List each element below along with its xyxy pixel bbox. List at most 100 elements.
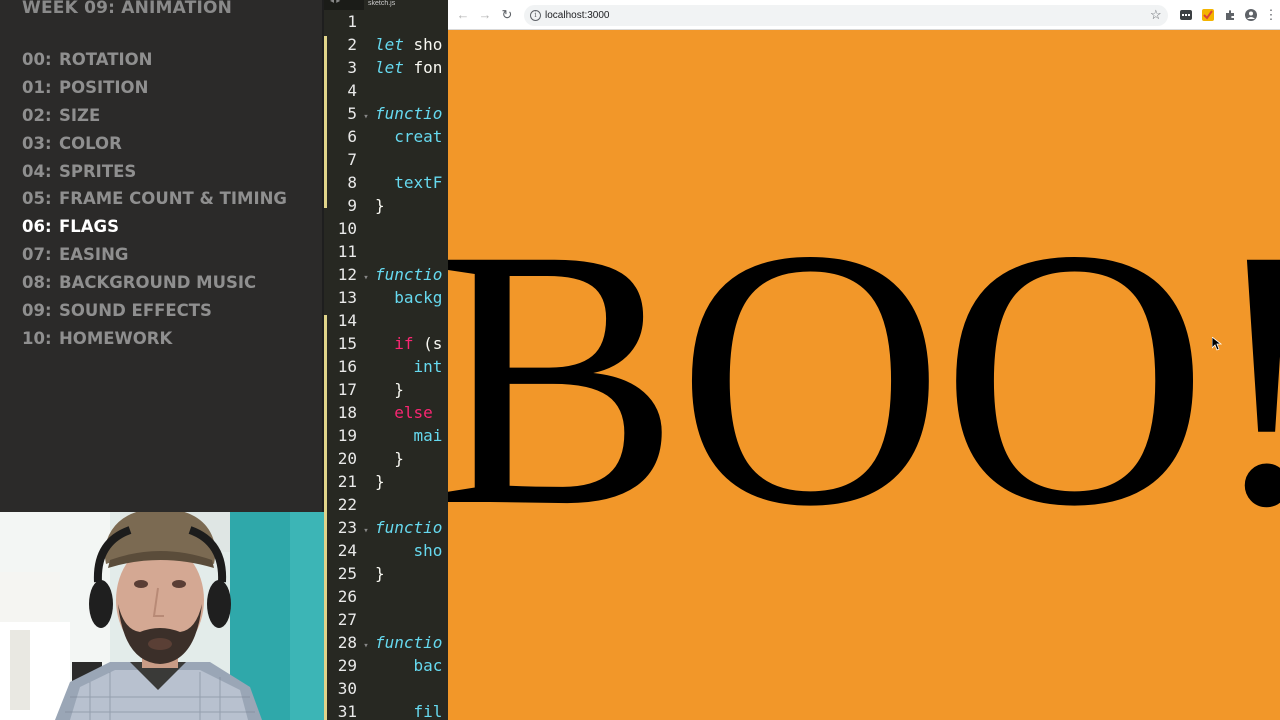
- lesson-item[interactable]: 09: SOUND EFFECTS: [22, 299, 287, 327]
- lesson-number: 07:: [22, 245, 52, 265]
- code-text: }: [375, 380, 404, 399]
- code-line[interactable]: 30: [324, 677, 375, 700]
- info-icon[interactable]: i: [530, 10, 541, 21]
- code-line[interactable]: 5 ▾ functio: [324, 102, 442, 125]
- lesson-label: HOMEWORK: [59, 328, 173, 348]
- lesson-label: SIZE: [59, 105, 101, 125]
- line-number: 15: [337, 334, 357, 353]
- lesson-item[interactable]: 05: FRAME COUNT & TIMING: [22, 187, 287, 215]
- code-line[interactable]: 25 }: [324, 562, 385, 585]
- line-number: 6: [347, 127, 357, 146]
- code-editor[interactable]: ◂ ▸ sketch.js 1 2 let sho 3 let fon 4 5 ▾ fu…: [324, 0, 448, 720]
- lesson-item[interactable]: 06: FLAGS: [22, 215, 287, 243]
- code-text: creat: [375, 127, 443, 146]
- code-line[interactable]: 7: [324, 148, 375, 171]
- editor-tab-sketch[interactable]: sketch.js: [364, 0, 448, 10]
- course-title: WEEK 09: ANIMATION: [22, 0, 233, 18]
- mouse-cursor-icon: [1212, 337, 1222, 351]
- line-number: 28: [337, 633, 357, 652]
- code-line[interactable]: 4: [324, 79, 375, 102]
- line-number: 12: [337, 265, 357, 284]
- line-number: 18: [337, 403, 357, 422]
- code-line[interactable]: 21 }: [324, 470, 385, 493]
- lesson-item[interactable]: 03: COLOR: [22, 132, 287, 160]
- forward-arrow-icon[interactable]: →: [478, 8, 492, 22]
- lesson-item[interactable]: 01: POSITION: [22, 76, 287, 104]
- line-number: 26: [337, 587, 357, 606]
- code-line[interactable]: 31 fil: [324, 700, 443, 720]
- canvas-boo-text: BOO!: [448, 173, 1280, 583]
- url-text[interactable]: localhost:3000: [545, 8, 610, 23]
- code-line[interactable]: 27: [324, 608, 375, 631]
- lesson-item[interactable]: 04: SPRITES: [22, 160, 287, 188]
- code-line[interactable]: 16 int: [324, 355, 443, 378]
- line-number: 30: [337, 679, 357, 698]
- code-text: let sho: [375, 35, 443, 54]
- profile-avatar-icon[interactable]: [1245, 9, 1257, 21]
- code-line[interactable]: 11: [324, 240, 375, 263]
- reload-icon[interactable]: ↻: [500, 8, 514, 22]
- code-line[interactable]: 1: [324, 10, 375, 33]
- code-text: sho: [375, 541, 443, 560]
- code-text: functio: [375, 265, 443, 284]
- code-line[interactable]: 24 sho: [324, 539, 443, 562]
- lesson-number: 06:: [22, 217, 52, 237]
- code-line[interactable]: 28 ▾ functio: [324, 631, 443, 654]
- code-line[interactable]: 6 creat: [324, 125, 442, 148]
- code-line[interactable]: 9 }: [324, 194, 385, 217]
- code-line[interactable]: 15 if (s: [324, 332, 443, 355]
- lesson-number: 05:: [22, 189, 52, 209]
- lesson-number: 01:: [22, 77, 52, 97]
- extension-dark-icon[interactable]: [1180, 9, 1192, 21]
- lesson-panel: WEEK 09: ANIMATION 00: ROTATION 01: POSITIO…: [0, 0, 322, 512]
- lesson-item[interactable]: 08: BACKGROUND MUSIC: [22, 271, 287, 299]
- back-arrow-icon[interactable]: ←: [456, 8, 470, 22]
- code-line[interactable]: 2 let sho: [324, 33, 442, 56]
- line-number: 11: [337, 242, 357, 261]
- lesson-item[interactable]: 10: HOMEWORK: [22, 327, 287, 355]
- code-line[interactable]: 12 ▾ functio: [324, 263, 443, 286]
- lesson-label: EASING: [59, 245, 129, 265]
- code-text: functio: [375, 518, 443, 537]
- lesson-number: 00:: [22, 50, 52, 69]
- code-line[interactable]: 10: [324, 217, 375, 240]
- code-text: }: [375, 472, 385, 491]
- code-line[interactable]: 26: [324, 585, 375, 608]
- line-number: 29: [337, 656, 357, 675]
- code-line[interactable]: 13 backg: [324, 286, 443, 309]
- lesson-number: 08:: [22, 273, 52, 293]
- code-line[interactable]: 8 textF: [324, 171, 442, 194]
- code-line[interactable]: 17 }: [324, 378, 404, 401]
- code-text: }: [375, 196, 385, 215]
- lesson-number: 02:: [22, 105, 52, 125]
- code-text: let fon: [375, 58, 443, 77]
- kebab-menu-icon[interactable]: ⋮: [1264, 8, 1278, 22]
- lesson-label: FLAGS: [59, 217, 119, 237]
- code-line[interactable]: 22: [324, 493, 375, 516]
- address-bar[interactable]: i localhost:3000 ☆: [524, 5, 1168, 26]
- lesson-item[interactable]: 07: EASING: [22, 243, 287, 271]
- code-line[interactable]: 23 ▾ functio: [324, 516, 443, 539]
- editor-tab-bar: ◂ ▸ sketch.js: [324, 0, 448, 10]
- code-line[interactable]: 3 let fon: [324, 56, 442, 79]
- code-text: if (s: [394, 334, 443, 353]
- line-number: 21: [337, 472, 357, 491]
- lesson-item[interactable]: 02: SIZE: [22, 104, 287, 132]
- code-text: functio: [375, 633, 443, 652]
- line-number: 10: [337, 219, 357, 238]
- code-line[interactable]: 14: [324, 309, 375, 332]
- code-text: backg: [375, 288, 443, 307]
- presenter-video: [0, 512, 324, 720]
- code-line[interactable]: 29 bac: [324, 654, 443, 677]
- lesson-label: ROTATION: [59, 50, 153, 69]
- lesson-item[interactable]: 00: ROTATION: [22, 48, 287, 76]
- code-text: else: [375, 403, 433, 422]
- code-line[interactable]: 20 }: [324, 447, 404, 470]
- bookmark-star-icon[interactable]: ☆: [1150, 7, 1162, 23]
- code-line[interactable]: 19 mai: [324, 424, 443, 447]
- code-line[interactable]: 18 else: [324, 401, 433, 424]
- tab-nav-arrows-icon[interactable]: ◂ ▸: [330, 0, 340, 5]
- extension-colored-icon[interactable]: [1202, 9, 1214, 21]
- code-text: mai: [375, 426, 443, 445]
- puzzle-extensions-icon[interactable]: [1224, 9, 1236, 21]
